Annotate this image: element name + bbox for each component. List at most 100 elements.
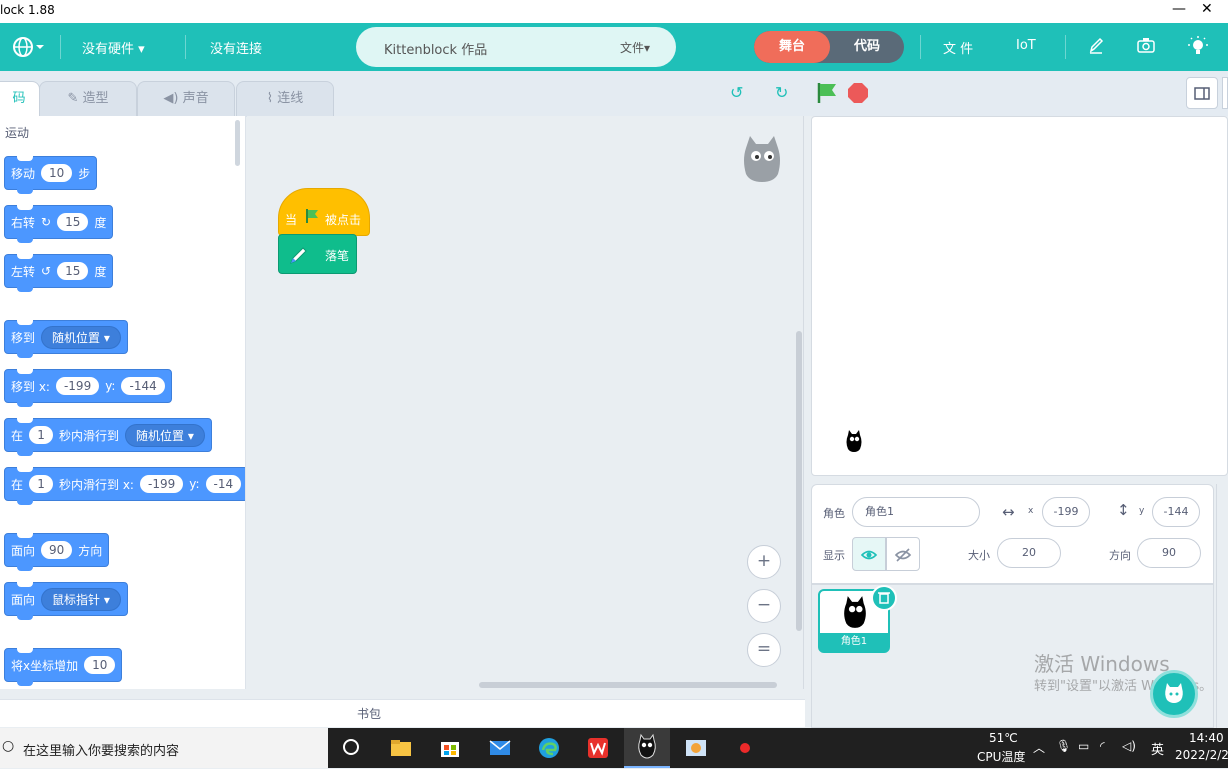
block-text: y: (105, 379, 116, 393)
camera-icon[interactable] (1137, 37, 1155, 57)
volume-icon[interactable]: ◁) (1122, 739, 1136, 753)
degrees-input[interactable]: 15 (57, 262, 89, 280)
microphone-icon[interactable]: 🎙 (1056, 739, 1071, 753)
pen-down-block[interactable]: 落笔 (278, 234, 357, 274)
steps-input[interactable]: 10 (41, 164, 73, 182)
backpack-bar[interactable]: 书包 (0, 699, 805, 727)
show-hidden-button[interactable] (886, 537, 920, 571)
green-flag-icon[interactable] (815, 82, 839, 107)
zoom-out-button[interactable]: − (747, 589, 781, 623)
sprite-name-field[interactable]: 角色1 (852, 497, 980, 527)
task-view-icon[interactable] (341, 737, 361, 760)
y-input[interactable]: -14 (205, 475, 242, 493)
x-input[interactable]: -199 (139, 475, 184, 493)
tab-costumes[interactable]: ✎ 造型 (39, 81, 137, 117)
goto-target-dropdown[interactable]: 随机位置 ▾ (41, 325, 121, 349)
taskbar-search[interactable]: ○ 在这里输入你要搜索的内容 (0, 728, 328, 768)
clock-date[interactable]: 2022/2/2 (1175, 748, 1228, 762)
direction-field[interactable]: 90 (1137, 538, 1201, 568)
mode-switch: 舞台 代码 (754, 31, 904, 63)
stop-icon[interactable] (847, 82, 869, 107)
point-direction-block[interactable]: 面向 90 方向 (4, 533, 110, 571)
file-menu[interactable]: 文 件 (943, 38, 973, 57)
degrees-input[interactable]: 15 (57, 213, 89, 231)
chevron-up-icon[interactable]: ︿ (1033, 739, 1045, 756)
delete-sprite-button[interactable] (871, 585, 897, 611)
cat-sprite-icon[interactable] (845, 430, 863, 455)
y-input[interactable]: -144 (121, 377, 165, 395)
glide-target-dropdown[interactable]: 随机位置 ▾ (125, 423, 205, 447)
direction-input[interactable]: 90 (41, 541, 73, 559)
tab-wiring[interactable]: ⌇ 连线 (236, 81, 334, 117)
small-stage-button[interactable] (1186, 77, 1218, 109)
stage-mode-button[interactable]: 舞台 (754, 31, 830, 63)
block-text: 在 (11, 477, 24, 492)
stage-canvas[interactable] (811, 116, 1228, 476)
change-x-block[interactable]: 将x坐标增加 10 (4, 648, 123, 686)
size-field[interactable]: 20 (997, 538, 1061, 568)
towards-dropdown[interactable]: 鼠标指针 ▾ (41, 587, 121, 611)
tab-sounds[interactable]: ◀) 声音 (137, 81, 235, 117)
project-title[interactable]: Kittenblock 作品 (384, 39, 487, 58)
zoom-in-button[interactable]: + (747, 545, 781, 579)
y-field[interactable]: -144 (1152, 497, 1200, 527)
vertical-scrollbar[interactable] (796, 331, 802, 631)
code-mode-button[interactable]: 代码 (830, 31, 904, 63)
turn-left-block[interactable]: 左转 ↺ 15 度 (4, 254, 114, 292)
when-flag-clicked-block[interactable]: 当 被点击 (278, 188, 370, 236)
x-field[interactable]: -199 (1042, 497, 1090, 527)
screen-recorder-icon[interactable] (733, 736, 757, 760)
block-text: 移到 (11, 330, 36, 345)
block-text: 当 (285, 213, 298, 227)
glide-xy-block[interactable]: 在 1 秒内滑行到 x: -199 y: -14 (4, 467, 245, 505)
sprite-label: 角色 (823, 507, 845, 520)
file-explorer-icon[interactable] (389, 736, 413, 760)
add-sprite-button[interactable] (1150, 670, 1198, 718)
palette-scrollbar[interactable] (235, 120, 240, 166)
seconds-input[interactable]: 1 (29, 426, 54, 444)
input-method-indicator[interactable]: 英 (1151, 739, 1164, 758)
redo-icon[interactable]: ↻ (775, 83, 788, 102)
lightbulb-icon[interactable] (1187, 35, 1209, 61)
point-towards-block[interactable]: 面向 鼠标指针 ▾ (4, 582, 128, 620)
code-workspace[interactable]: 当 被点击 落笔 + − = (247, 116, 804, 689)
cpu-temperature: 51℃ (989, 731, 1018, 745)
connection-menu[interactable]: 没有连接 (210, 38, 262, 57)
undo-icon[interactable]: ↺ (730, 83, 743, 102)
turn-right-block[interactable]: 右转 ↻ 15 度 (4, 205, 114, 243)
pencil-icon[interactable] (1088, 37, 1104, 59)
glide-block[interactable]: 在 1 秒内滑行到 随机位置 ▾ (4, 418, 212, 456)
minimize-button[interactable]: — (1172, 1, 1186, 17)
x-input[interactable]: -199 (55, 377, 100, 395)
goto-block[interactable]: 移到 随机位置 ▾ (4, 320, 128, 358)
zoom-reset-button[interactable]: = (747, 633, 781, 667)
mail-icon[interactable] (488, 736, 512, 760)
battery-icon[interactable]: ▭ (1078, 739, 1089, 753)
store-icon[interactable] (438, 736, 462, 760)
tab-label: 连线 (277, 91, 304, 106)
menu-bar: 没有硬件 ▾ 没有连接 Kittenblock 作品 文件▾ 舞台 代码 文 件… (0, 23, 1228, 71)
kittenblock-taskbar-item[interactable] (624, 728, 670, 768)
clock-time[interactable]: 14:40 (1189, 731, 1224, 745)
app-icon[interactable] (684, 736, 708, 760)
title-bar: lock 1.88 — ✕ (0, 0, 1228, 23)
move-steps-block[interactable]: 移动 10 步 (4, 156, 98, 194)
tab-code[interactable]: 码 (0, 81, 40, 117)
iot-menu[interactable]: IoT (1016, 38, 1036, 53)
close-button[interactable]: ✕ (1201, 1, 1213, 17)
project-file-menu[interactable]: 文件▾ (620, 39, 650, 56)
hardware-menu[interactable]: 没有硬件 ▾ (82, 38, 145, 57)
block-text: 秒内滑行到 (59, 428, 120, 443)
x-label: x (1028, 506, 1034, 516)
change-x-input[interactable]: 10 (84, 656, 116, 674)
globe-icon[interactable] (12, 35, 46, 63)
show-visible-button[interactable] (852, 537, 886, 571)
seconds-input[interactable]: 1 (29, 475, 54, 493)
edge-browser-icon[interactable] (537, 736, 561, 760)
wifi-icon[interactable]: ◜ (1100, 739, 1105, 753)
horizontal-scrollbar[interactable] (479, 682, 777, 688)
wps-office-icon[interactable] (586, 736, 610, 760)
goto-xy-block[interactable]: 移到 x: -199 y: -144 (4, 369, 172, 407)
large-stage-button[interactable] (1222, 77, 1228, 109)
dropdown-value: 鼠标指针 (52, 592, 101, 607)
